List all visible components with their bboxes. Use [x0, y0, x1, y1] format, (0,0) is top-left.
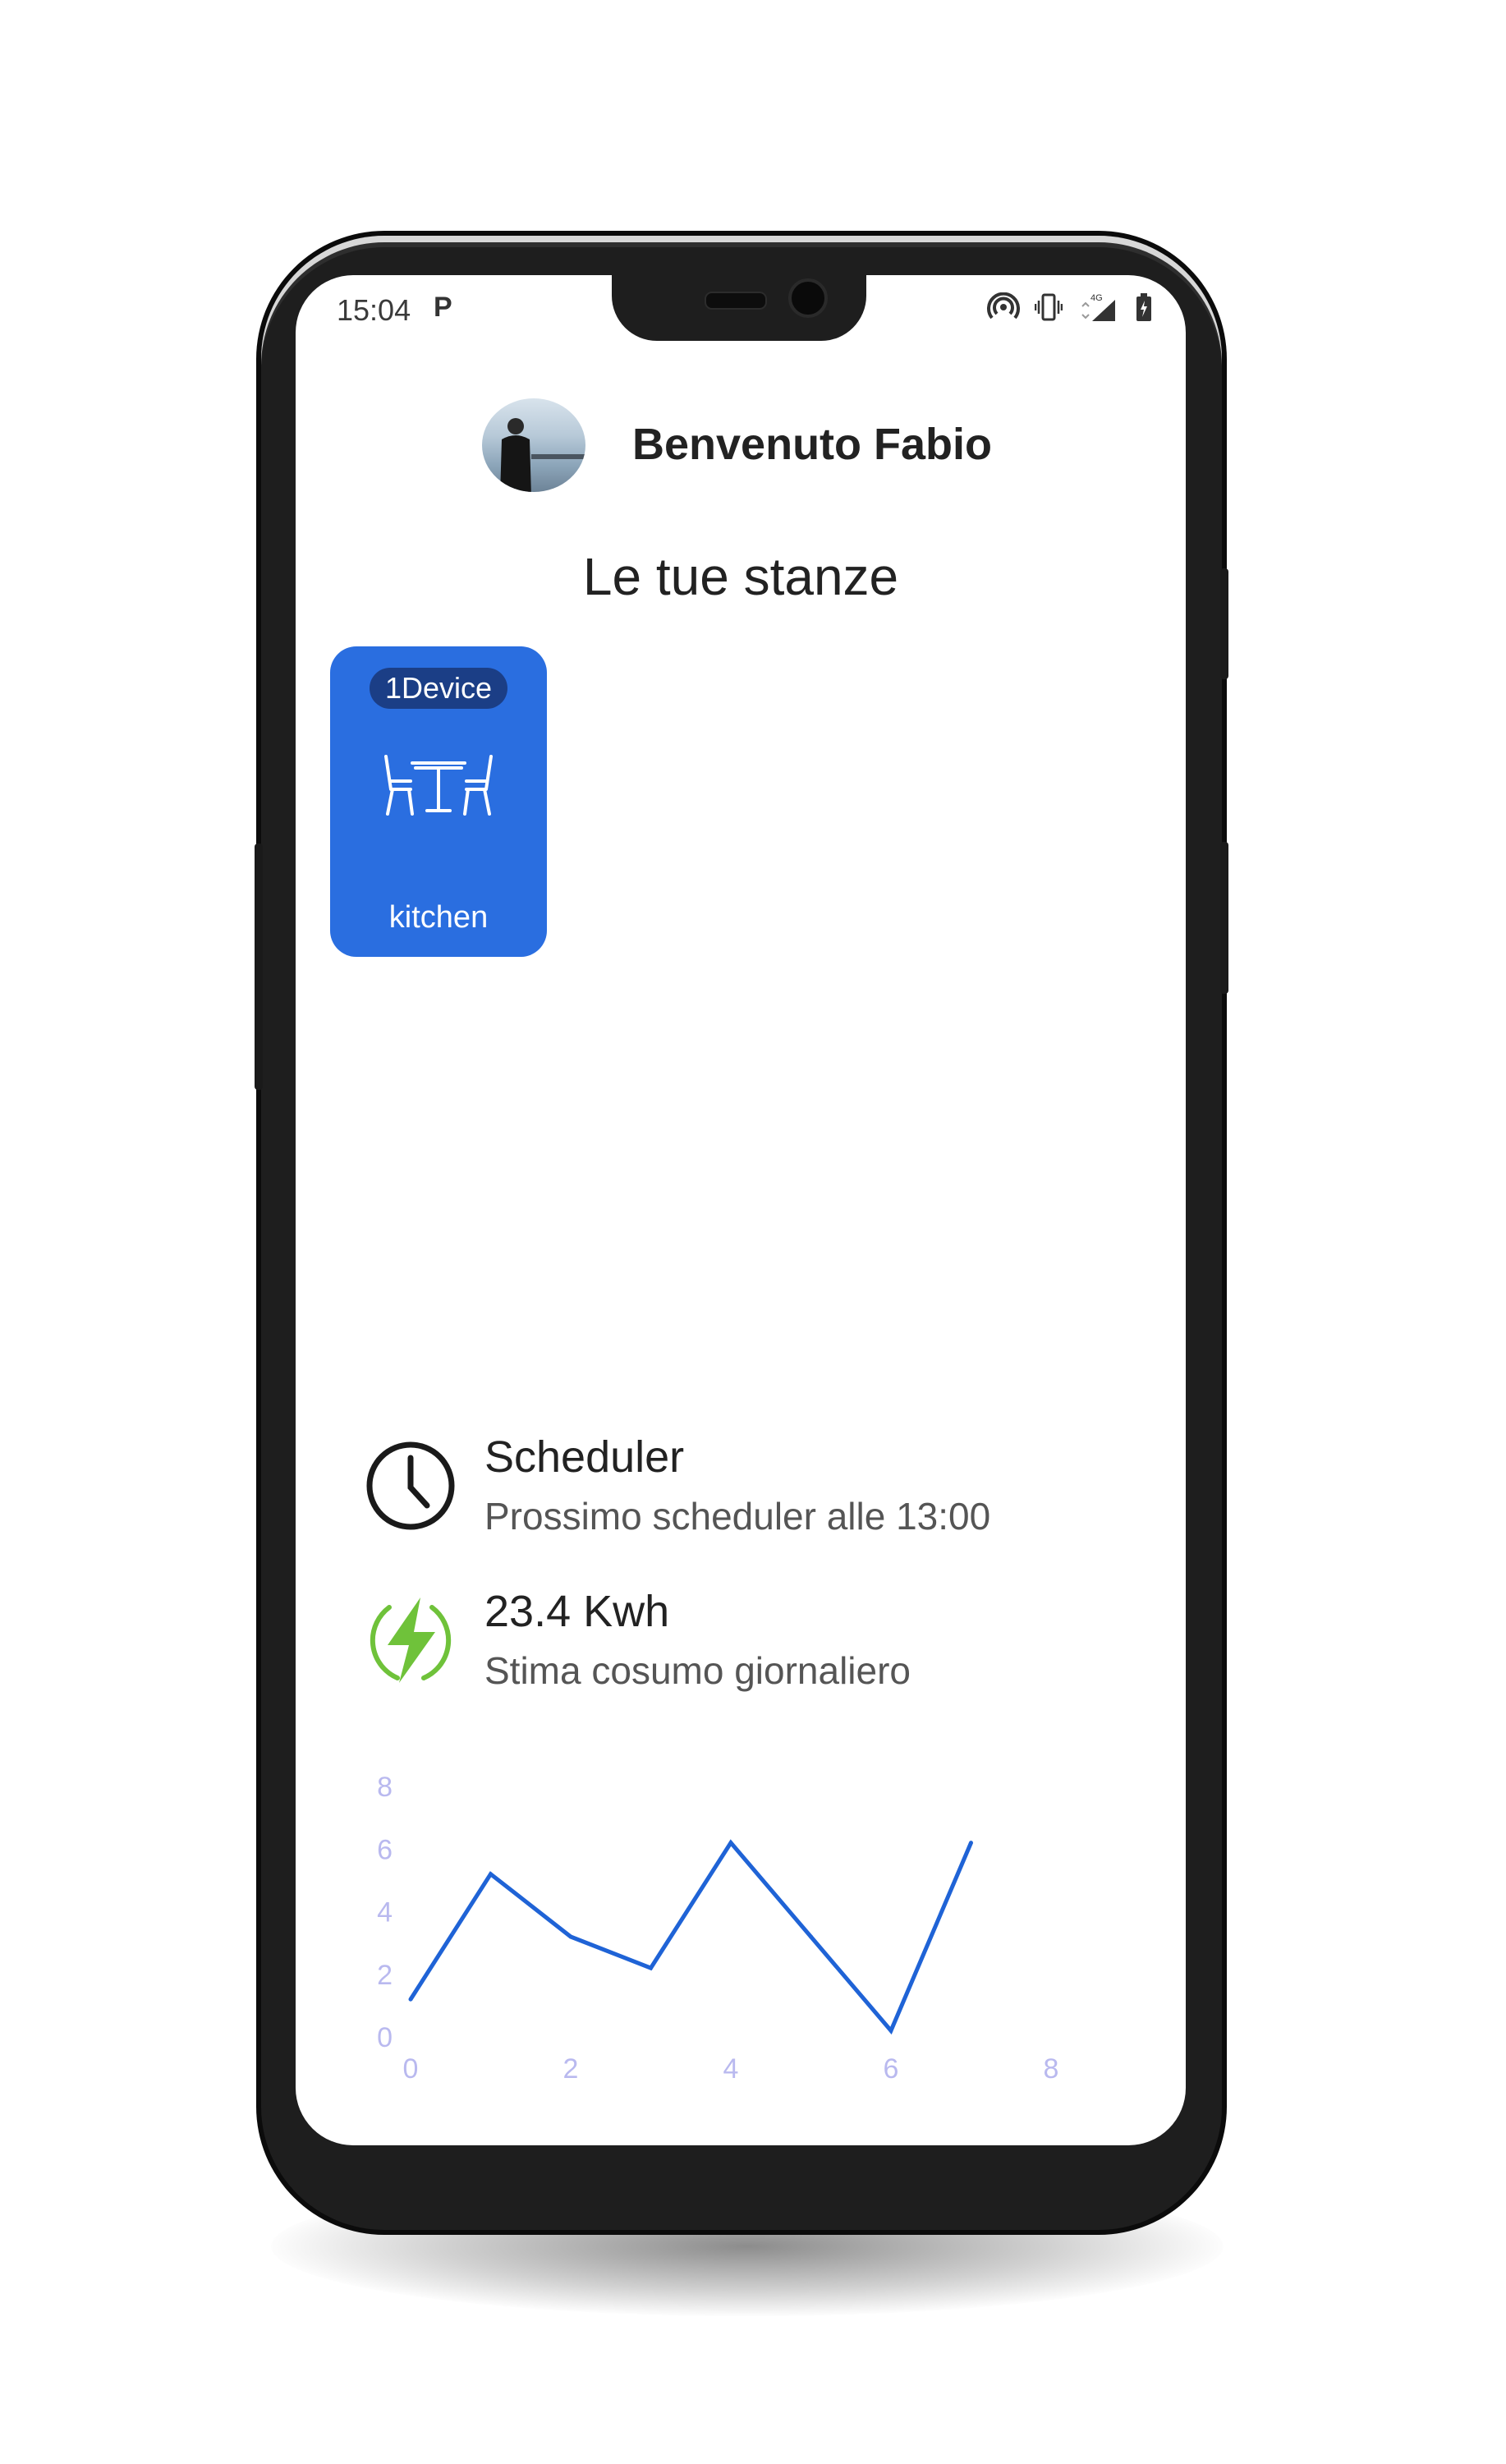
data-point [408, 1997, 413, 2002]
network-label: 4G [1090, 293, 1103, 303]
energy-subtitle: Stima cosumo giornaliero [484, 1649, 911, 1692]
status-icons: 4G [987, 292, 1153, 323]
data-point [649, 1965, 653, 1970]
avatar[interactable] [482, 398, 585, 492]
scheduler-subtitle: Prossimo scheduler alle 13:00 [484, 1495, 991, 1538]
vibrate-icon [1035, 293, 1063, 321]
y-tick-label: 6 [377, 1834, 393, 1865]
app-screen: 15:04 P 4G Benvenuto Fabio Le tue stanze… [296, 275, 1186, 2145]
data-point [568, 1934, 573, 1939]
energy-title: 23.4 Kwh [484, 1587, 670, 1636]
y-tick-label: 0 [377, 2022, 393, 2053]
status-app-indicator: P [434, 292, 452, 323]
phone-side-button-left [255, 844, 263, 1090]
phone-frame: 15:04 P 4G Benvenuto Fabio Le tue stanze… [255, 236, 1228, 2230]
avatar-photo [500, 418, 531, 492]
greeting-text: Benvenuto Fabio [632, 420, 993, 469]
lightning-icon [370, 1597, 452, 1683]
rooms-section-title: Le tue stanze [582, 547, 899, 606]
data-point [969, 1841, 973, 1846]
energy-line-chart: 0 2 4 6 8 0 2 4 6 8 [377, 1772, 1059, 2085]
x-tick-label: 0 [403, 2053, 419, 2085]
front-camera [788, 278, 828, 318]
x-tick-label: 4 [723, 2053, 739, 2085]
clock-icon [366, 1441, 455, 1530]
room-card-kitchen[interactable]: 1Device kitchen [330, 646, 547, 957]
data-point [489, 1872, 493, 1877]
earpiece-speaker [705, 292, 767, 310]
battery-charging-icon [1136, 293, 1151, 321]
phone-notch [612, 275, 866, 341]
series-line [408, 1839, 973, 2035]
y-tick-label: 8 [377, 1772, 393, 1803]
room-device-count-badge: 1Device [370, 668, 507, 709]
signal-4g-icon: 4G [1081, 293, 1115, 321]
x-tick-label: 8 [1044, 2053, 1059, 2085]
phone-side-button-right-bottom [1220, 842, 1228, 994]
x-tick-label: 6 [884, 2053, 899, 2085]
data-point [888, 2028, 893, 2033]
data-point [728, 1841, 733, 1846]
hotspot-icon [987, 292, 1020, 319]
phone-side-button-right-top [1220, 568, 1228, 679]
x-tick-label: 2 [563, 2053, 579, 2085]
avatar-railing [531, 454, 585, 459]
room-name: kitchen [388, 900, 489, 935]
scheduler-title: Scheduler [484, 1432, 685, 1482]
status-time: 15:04 [337, 293, 411, 327]
y-tick-label: 2 [377, 1960, 393, 1991]
dining-table-icon [384, 755, 493, 816]
y-tick-label: 4 [377, 1897, 393, 1928]
data-point [809, 1934, 813, 1939]
